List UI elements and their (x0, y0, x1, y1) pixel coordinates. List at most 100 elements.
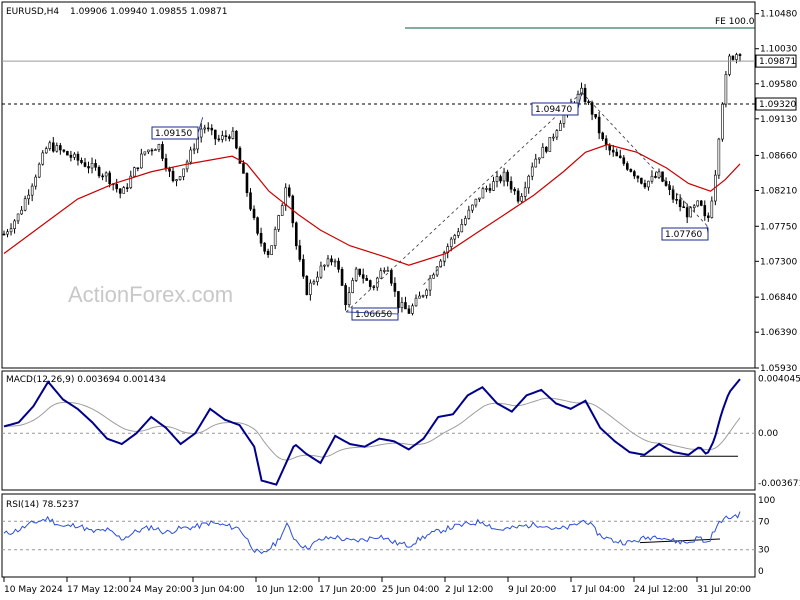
time-tick-label: 9 Jul 20:00 (508, 585, 557, 595)
candle-body (453, 235, 457, 240)
macd-tick-label: 0.00 (758, 429, 778, 439)
candle-body (555, 130, 559, 138)
candle-body (150, 149, 154, 152)
candle-body (189, 149, 192, 163)
candle-body (140, 153, 143, 169)
candle-body (587, 101, 590, 103)
candle-body (73, 153, 76, 158)
candle-body (147, 149, 150, 153)
candle-body (280, 205, 284, 216)
candle-body (245, 173, 249, 194)
candle-body (464, 218, 467, 225)
candle-body (62, 149, 66, 152)
candle-body (242, 163, 245, 174)
time-tick-label: 31 Jul 20:00 (697, 585, 751, 595)
price-tick-label: 1.10480 (760, 10, 797, 20)
candle-body (164, 158, 168, 170)
rsi-tick-label: 70 (758, 517, 770, 527)
price-tick-label: 1.10030 (760, 45, 797, 55)
candle-body (266, 250, 270, 255)
candle-body (337, 260, 340, 270)
candle-body (203, 127, 207, 130)
candle-body (418, 295, 421, 299)
candle-body (34, 176, 37, 187)
candle-body (432, 274, 435, 279)
candle-body (154, 149, 157, 151)
candle-body (228, 136, 231, 139)
candle-body (731, 55, 735, 60)
time-tick-label: 17 Jul 04:00 (571, 585, 625, 595)
rsi-panel (1, 493, 756, 578)
candle-body (615, 151, 619, 157)
candle-body (654, 175, 657, 178)
candle-body (316, 276, 319, 282)
candle-body (287, 187, 291, 197)
candle-body (37, 163, 41, 178)
candle-body (383, 270, 386, 272)
candle-body (728, 55, 731, 75)
candle-body (545, 146, 548, 152)
candle-body (594, 114, 597, 118)
candle-body (523, 187, 527, 197)
candle-body (601, 132, 604, 140)
candle-body (692, 205, 696, 209)
candle-body (231, 130, 235, 139)
time-tick-label: 25 Jun 04:00 (382, 585, 439, 595)
candle-body (323, 264, 326, 267)
candle-body (118, 188, 122, 194)
candle-body (259, 233, 263, 244)
candle-body (171, 170, 175, 182)
symbol-label: EURUSD,H4 (6, 7, 59, 17)
candle-body (143, 151, 147, 155)
candle-body (537, 157, 541, 160)
candle-body (492, 181, 495, 191)
candle-body (703, 205, 707, 217)
candle-body (583, 87, 587, 102)
candle-body (344, 285, 347, 306)
candle-body (319, 265, 323, 278)
candle-body (520, 196, 523, 202)
candle-body (460, 223, 464, 233)
candle-body (213, 129, 217, 140)
candle-body (393, 282, 397, 292)
candle-body (685, 207, 689, 218)
candle-body (629, 169, 633, 172)
candle-body (541, 146, 545, 159)
candle-body (552, 136, 555, 139)
candle-body (69, 154, 73, 158)
price-annotation-label: 1.06650 (355, 310, 392, 320)
candle-body (534, 158, 538, 168)
candle-body (735, 54, 738, 60)
candle-body (263, 242, 266, 252)
candle-body (407, 308, 411, 314)
candle-body (509, 181, 513, 190)
candle-body (192, 148, 196, 151)
candle-body (66, 151, 69, 156)
candle-body (161, 144, 164, 159)
price-annotation-label: 1.09150 (155, 129, 192, 139)
price-chart[interactable]: EURUSD,H4 1.09906 1.09940 1.09855 1.0987… (0, 0, 800, 600)
time-tick-label: 24 Jul 12:00 (634, 585, 688, 595)
price-tick-label: 1.07750 (760, 222, 797, 232)
candle-body (478, 197, 481, 200)
candle-body (618, 155, 622, 159)
price-tick-label: 1.07300 (760, 257, 797, 267)
candle-body (650, 175, 654, 182)
candle-body (404, 302, 407, 310)
candle-body (724, 74, 728, 105)
candle-body (76, 153, 80, 161)
fe-label: FE 100.0 (715, 17, 755, 27)
candle-body (41, 152, 45, 165)
candle-body (326, 258, 330, 266)
candle-body (235, 130, 238, 149)
candle-body (2, 233, 6, 236)
candle-body (467, 209, 471, 219)
candle-body (52, 142, 55, 152)
candle-body (696, 200, 700, 207)
price-annotation-label: 1.07760 (665, 230, 702, 240)
candle-body (456, 231, 460, 236)
candle-body (682, 206, 685, 209)
candle-body (414, 297, 418, 307)
price-tick-label: 1.09580 (760, 80, 797, 90)
candle-body (354, 268, 358, 281)
